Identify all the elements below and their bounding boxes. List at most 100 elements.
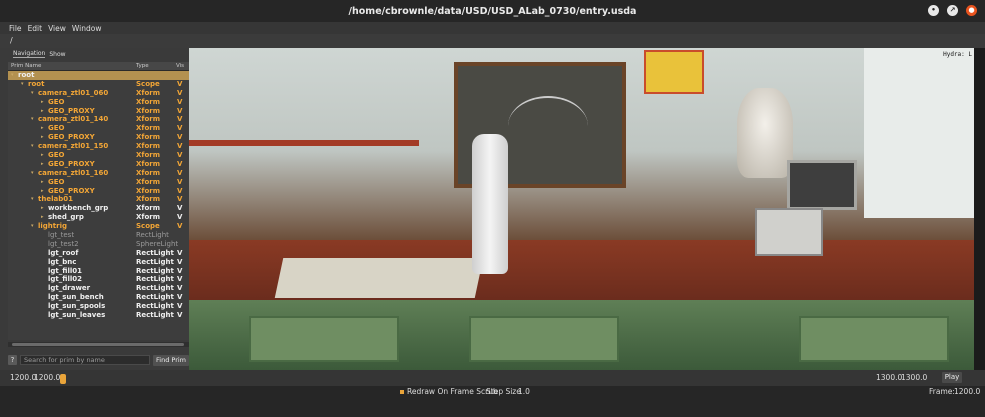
minimize-button[interactable]: • bbox=[928, 5, 939, 16]
expand-arrow-icon[interactable]: ▾ bbox=[31, 169, 34, 178]
prim-tree-row[interactable]: ▸ GEO_PROXY Xform V bbox=[8, 107, 189, 116]
step-size-value[interactable]: 1.0 bbox=[518, 387, 530, 396]
prim-tree-row[interactable]: lgt_test RectLight bbox=[8, 231, 189, 240]
menu-window[interactable]: Window bbox=[72, 24, 102, 33]
frame-slider-handle[interactable] bbox=[60, 374, 66, 384]
prim-tree-row[interactable]: ▾ camera_ztl01_060 Xform V bbox=[8, 89, 189, 98]
play-button[interactable]: Play bbox=[942, 372, 962, 383]
prim-visibility[interactable]: V bbox=[177, 204, 182, 213]
prim-tree-row[interactable]: ▸ GEO Xform V bbox=[8, 124, 189, 133]
frame-value[interactable]: 1200.0 bbox=[954, 387, 980, 396]
prim-tree-row[interactable]: ▾ lightrig Scope V bbox=[8, 222, 189, 231]
prim-tree-row[interactable]: lgt_bnc RectLight V bbox=[8, 258, 189, 267]
prim-tree-row[interactable]: lgt_fill01 RectLight V bbox=[8, 267, 189, 276]
prim-visibility[interactable]: V bbox=[177, 195, 182, 204]
timeline-current[interactable]: 1200.0 bbox=[34, 373, 60, 382]
expand-arrow-icon[interactable]: ▾ bbox=[31, 222, 34, 231]
prim-visibility[interactable]: V bbox=[177, 133, 182, 142]
prim-tree-row[interactable]: ▸ workbench_grp Xform V bbox=[8, 204, 189, 213]
prim-visibility[interactable]: V bbox=[177, 98, 182, 107]
expand-arrow-icon[interactable]: ▾ bbox=[11, 71, 14, 80]
collapse-arrow-icon[interactable]: ▸ bbox=[41, 160, 44, 169]
column-prim-name[interactable]: Prim Name bbox=[11, 63, 41, 69]
collapse-arrow-icon[interactable]: ▸ bbox=[41, 124, 44, 133]
prim-tree-row[interactable]: ▾ thelab01 Xform V bbox=[8, 195, 189, 204]
close-button[interactable]: ● bbox=[966, 5, 977, 16]
prim-visibility[interactable]: V bbox=[177, 169, 182, 178]
prim-visibility[interactable]: V bbox=[177, 258, 182, 267]
collapse-arrow-icon[interactable]: ▸ bbox=[41, 178, 44, 187]
menu-edit[interactable]: Edit bbox=[28, 24, 43, 33]
prim-tree-row[interactable]: lgt_roof RectLight V bbox=[8, 249, 189, 258]
prim-search-input[interactable] bbox=[20, 355, 150, 365]
find-prim-button[interactable]: Find Prim bbox=[153, 354, 189, 366]
help-button[interactable]: ? bbox=[8, 355, 17, 365]
prim-tree-row[interactable]: lgt_test2 SphereLight bbox=[8, 240, 189, 249]
prim-tree-row[interactable]: lgt_sun_leaves RectLight V bbox=[8, 311, 189, 320]
column-type[interactable]: Type bbox=[136, 63, 149, 69]
prim-path-bar[interactable]: / bbox=[0, 34, 985, 48]
prim-tree-row[interactable]: ▸ GEO Xform V bbox=[8, 151, 189, 160]
tab-show[interactable]: Show bbox=[49, 51, 65, 58]
prim-visibility[interactable]: V bbox=[177, 115, 182, 124]
collapse-arrow-icon[interactable]: ▸ bbox=[41, 133, 44, 142]
timeline-end[interactable]: 1300.0 bbox=[876, 373, 902, 382]
prim-tree-row[interactable]: ▾ camera_ztl01_160 Xform V bbox=[8, 169, 189, 178]
expand-arrow-icon[interactable]: ▾ bbox=[31, 89, 34, 98]
prim-tree[interactable]: ▾ root ▾ root Scope V ▾ camera_ztl01_060 Xform V ▸… bbox=[8, 71, 189, 340]
prim-tree-row[interactable]: ▸ GEO_PROXY Xform V bbox=[8, 160, 189, 169]
expand-arrow-icon[interactable]: ▾ bbox=[31, 195, 34, 204]
prim-tree-row[interactable]: ▾ camera_ztl01_150 Xform V bbox=[8, 142, 189, 151]
collapse-arrow-icon[interactable]: ▸ bbox=[41, 151, 44, 160]
prim-tree-row[interactable]: ▸ GEO Xform V bbox=[8, 178, 189, 187]
timeline-end-range[interactable]: 1300.0 bbox=[901, 373, 927, 382]
prim-visibility[interactable]: V bbox=[177, 89, 182, 98]
prim-tree-row[interactable]: ▾ root Scope V bbox=[8, 80, 189, 89]
expand-arrow-icon[interactable]: ▾ bbox=[31, 142, 34, 151]
collapse-arrow-icon[interactable]: ▸ bbox=[41, 98, 44, 107]
prim-visibility[interactable]: V bbox=[177, 293, 182, 302]
prim-visibility[interactable]: V bbox=[177, 142, 182, 151]
scrollbar-thumb[interactable] bbox=[12, 343, 184, 346]
prim-tree-row[interactable]: lgt_drawer RectLight V bbox=[8, 284, 189, 293]
prim-visibility[interactable]: V bbox=[177, 284, 182, 293]
tree-horizontal-scrollbar[interactable] bbox=[8, 342, 189, 347]
prim-tree-row[interactable]: ▾ camera_ztl01_140 Xform V bbox=[8, 115, 189, 124]
prim-tree-row[interactable]: ▸ shed_grp Xform V bbox=[8, 213, 189, 222]
prim-tree-row[interactable]: ▸ GEO_PROXY Xform V bbox=[8, 187, 189, 196]
menu-view[interactable]: View bbox=[48, 24, 66, 33]
3d-viewport[interactable]: Hydra: L bbox=[189, 48, 974, 370]
maximize-button[interactable]: ↗ bbox=[947, 5, 958, 16]
collapse-arrow-icon[interactable]: ▸ bbox=[41, 213, 44, 222]
prim-tree-row[interactable]: lgt_sun_bench RectLight V bbox=[8, 293, 189, 302]
prim-tree-row[interactable]: ▾ root bbox=[8, 71, 189, 80]
prim-visibility[interactable]: V bbox=[177, 124, 182, 133]
prim-tree-row[interactable]: ▸ GEO Xform V bbox=[8, 98, 189, 107]
prim-visibility[interactable]: V bbox=[177, 151, 182, 160]
collapse-arrow-icon[interactable]: ▸ bbox=[41, 204, 44, 213]
expand-arrow-icon[interactable]: ▾ bbox=[31, 115, 34, 124]
redraw-checkbox[interactable] bbox=[400, 390, 404, 394]
timeline-start[interactable]: 1200.0 bbox=[10, 373, 36, 382]
collapse-arrow-icon[interactable]: ▸ bbox=[41, 107, 44, 116]
collapse-arrow-icon[interactable]: ▸ bbox=[41, 187, 44, 196]
prim-visibility[interactable]: V bbox=[177, 160, 182, 169]
prim-tree-row[interactable]: ▸ GEO_PROXY Xform V bbox=[8, 133, 189, 142]
prim-visibility[interactable]: V bbox=[177, 222, 182, 231]
prim-visibility[interactable]: V bbox=[177, 178, 182, 187]
expand-arrow-icon[interactable]: ▾ bbox=[21, 80, 24, 89]
prim-visibility[interactable]: V bbox=[177, 311, 182, 320]
prim-tree-row[interactable]: lgt_fill02 RectLight V bbox=[8, 275, 189, 284]
column-vis[interactable]: Vis bbox=[176, 63, 184, 69]
prim-visibility[interactable]: V bbox=[177, 267, 182, 276]
prim-visibility[interactable]: V bbox=[177, 80, 182, 89]
prim-visibility[interactable]: V bbox=[177, 187, 182, 196]
prim-tree-row[interactable]: lgt_sun_spools RectLight V bbox=[8, 302, 189, 311]
prim-visibility[interactable]: V bbox=[177, 107, 182, 116]
prim-visibility[interactable]: V bbox=[177, 213, 182, 222]
menu-file[interactable]: File bbox=[9, 24, 22, 33]
prim-visibility[interactable]: V bbox=[177, 302, 182, 311]
prim-visibility[interactable]: V bbox=[177, 249, 182, 258]
tab-navigation[interactable]: Navigation bbox=[13, 50, 46, 58]
prim-visibility[interactable]: V bbox=[177, 275, 182, 284]
